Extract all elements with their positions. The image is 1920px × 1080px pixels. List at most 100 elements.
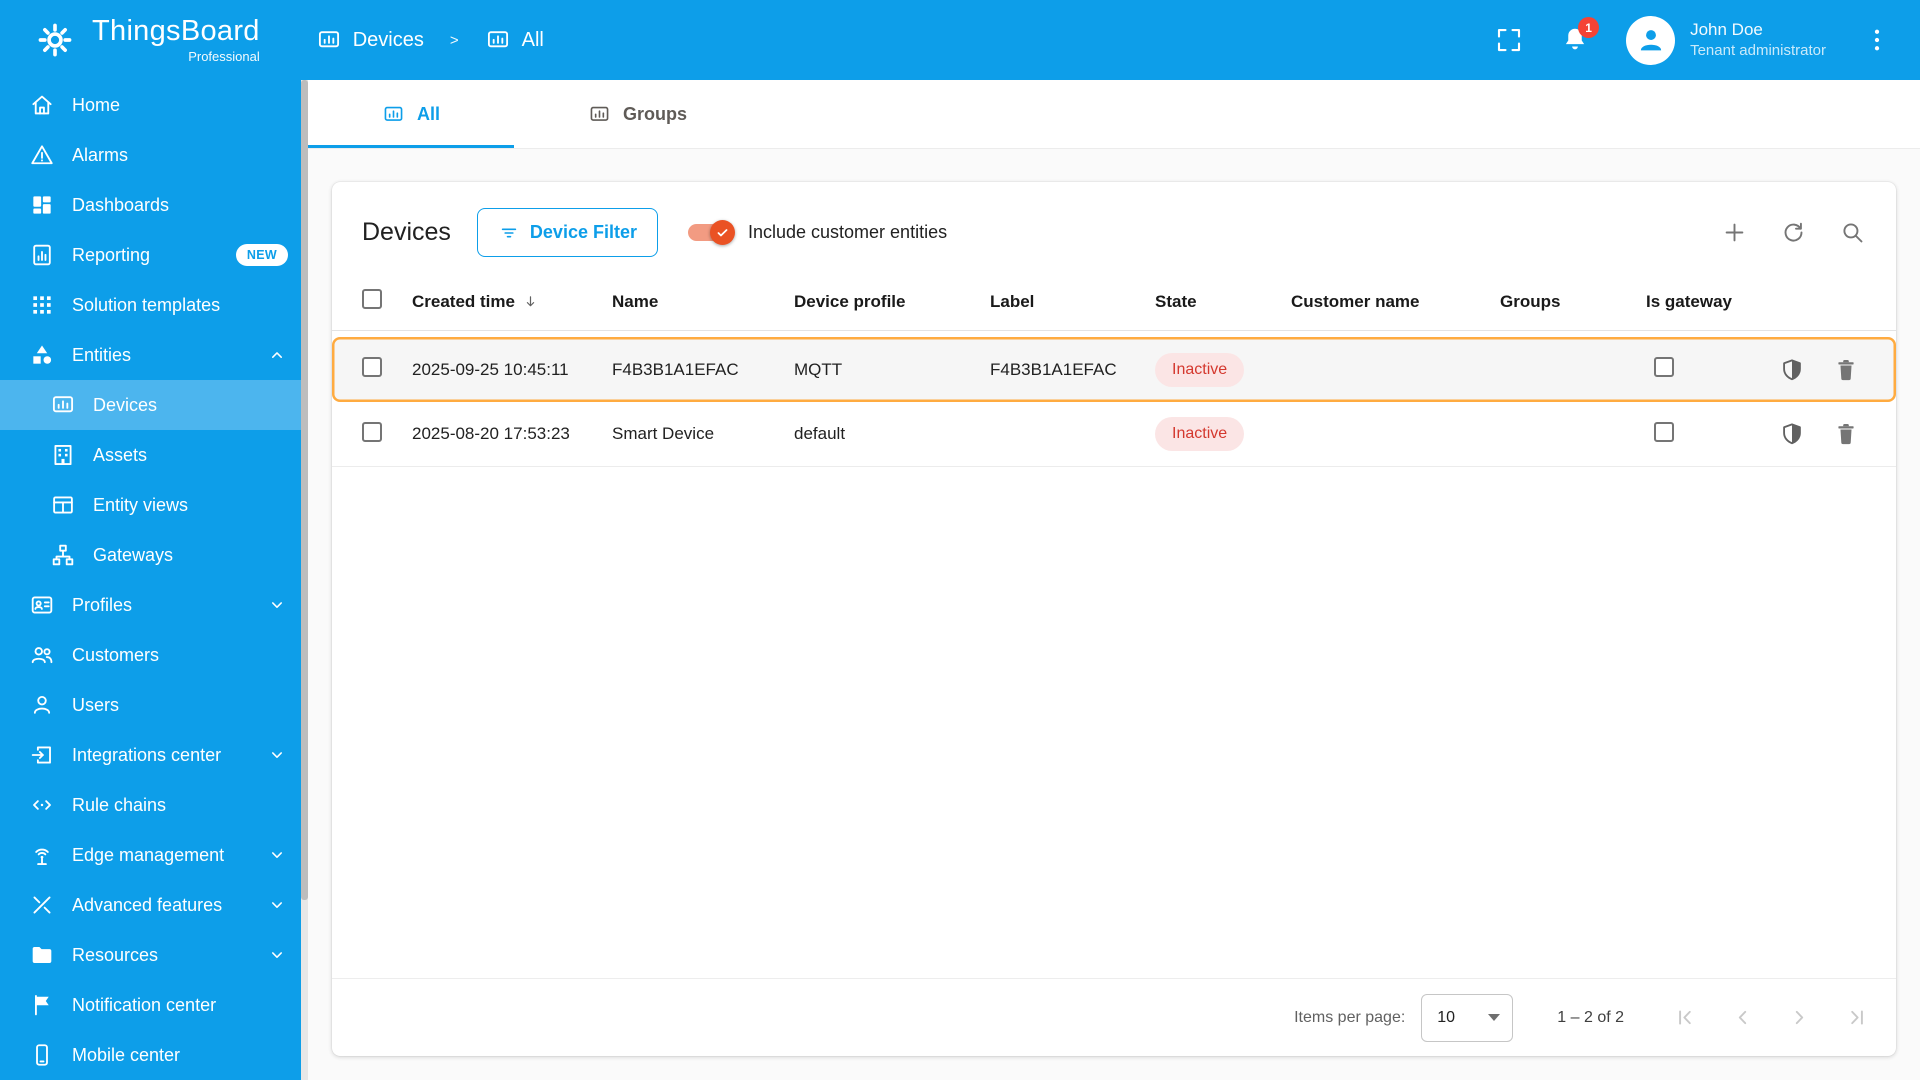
breadcrumb-all-label: All xyxy=(521,28,544,51)
next-page-button[interactable] xyxy=(1786,1004,1813,1031)
sidebar-item-dashboards[interactable]: Dashboards xyxy=(0,180,308,230)
breadcrumb: Devices > All xyxy=(316,27,544,53)
rule-chains-icon xyxy=(29,792,55,818)
add-device-button[interactable] xyxy=(1721,219,1748,246)
avatar[interactable] xyxy=(1626,15,1676,65)
column-state[interactable]: State xyxy=(1155,292,1291,312)
sidebar-item-resources[interactable]: Resources xyxy=(0,930,308,980)
sidebar-item-notification-center[interactable]: Notification center xyxy=(0,980,308,1030)
sidebar-item-label: Home xyxy=(72,94,121,115)
table-row[interactable]: 2025-09-25 10:45:11 F4B3B1A1EFAC MQTT F4… xyxy=(332,337,1896,402)
sidebar-item-assets[interactable]: Assets xyxy=(0,430,308,480)
new-badge: NEW xyxy=(235,244,288,266)
delete-button[interactable] xyxy=(1833,421,1859,447)
column-created-time[interactable]: Created time xyxy=(412,292,612,312)
sidebar-item-entities[interactable]: Entities xyxy=(0,330,308,380)
column-name[interactable]: Name xyxy=(612,292,794,312)
integrations-icon xyxy=(29,742,55,768)
column-customer-name[interactable]: Customer name xyxy=(1291,292,1500,312)
table-toolbar xyxy=(1721,219,1866,246)
last-page-button[interactable] xyxy=(1843,1004,1870,1031)
column-device-profile[interactable]: Device profile xyxy=(794,292,990,312)
sidebar-item-label: Dashboards xyxy=(72,194,170,215)
sidebar-item-integrations-center[interactable]: Integrations center xyxy=(0,730,308,780)
sidebar-item-reporting[interactable]: Reporting NEW xyxy=(0,230,308,280)
sidebar-item-advanced-features[interactable]: Advanced features xyxy=(0,880,308,930)
sidebar-scrollbar[interactable] xyxy=(301,80,308,1080)
sidebar-item-users[interactable]: Users xyxy=(0,680,308,730)
sidebar-item-alarms[interactable]: Alarms xyxy=(0,130,308,180)
sidebar-item-label: Notification center xyxy=(72,994,217,1015)
pagination-range: 1 – 2 of 2 xyxy=(1557,1008,1624,1026)
breadcrumb-devices-label: Devices xyxy=(352,28,424,51)
breadcrumb-all[interactable]: All xyxy=(485,27,544,53)
profiles-icon xyxy=(29,592,55,618)
devices-icon xyxy=(382,103,405,126)
breadcrumb-separator: > xyxy=(449,31,459,49)
sidebar-scrollbar-thumb[interactable] xyxy=(301,80,308,900)
notification-badge: 1 xyxy=(1578,17,1600,38)
items-per-page-label: Items per page: xyxy=(1294,1008,1406,1026)
home-icon xyxy=(29,92,55,118)
table-row[interactable]: 2025-08-20 17:53:23 Smart Device default… xyxy=(332,402,1896,467)
sidebar-item-gateways[interactable]: Gateways xyxy=(0,530,308,580)
devices-icon xyxy=(316,27,342,53)
column-label[interactable]: Label xyxy=(990,292,1155,312)
security-shield-button[interactable] xyxy=(1779,421,1805,447)
column-is-gateway[interactable]: Is gateway xyxy=(1646,292,1761,312)
sidebar-item-profiles[interactable]: Profiles xyxy=(0,580,308,630)
tools-icon xyxy=(29,892,55,918)
is-gateway-checkbox[interactable] xyxy=(1654,357,1674,377)
device-filter-button[interactable]: Device Filter xyxy=(476,208,658,257)
more-vert-button[interactable] xyxy=(1862,25,1892,55)
check-icon xyxy=(715,225,730,240)
sidebar-item-label: Advanced features xyxy=(72,894,223,915)
tab-groups[interactable]: Groups xyxy=(514,80,761,148)
tab-all[interactable]: All xyxy=(308,80,515,148)
previous-page-button[interactable] xyxy=(1729,1004,1756,1031)
select-all-checkbox[interactable] xyxy=(362,289,382,309)
breadcrumb-devices[interactable]: Devices xyxy=(316,27,424,53)
sidebar: Home Alarms Dashboards Reporting NEW Sol… xyxy=(0,80,308,1080)
folder-icon xyxy=(29,942,55,968)
refresh-button[interactable] xyxy=(1780,219,1807,246)
apps-grid-icon xyxy=(29,292,55,318)
sidebar-item-label: Assets xyxy=(93,444,148,465)
row-checkbox[interactable] xyxy=(362,357,382,377)
items-per-page-value: 10 xyxy=(1437,1008,1456,1026)
delete-button[interactable] xyxy=(1833,357,1859,383)
sidebar-item-home[interactable]: Home xyxy=(0,80,308,130)
items-per-page-select[interactable]: 10 xyxy=(1421,993,1514,1042)
column-groups[interactable]: Groups xyxy=(1500,292,1646,312)
sidebar-item-edge-management[interactable]: Edge management xyxy=(0,830,308,880)
phone-icon xyxy=(29,1042,55,1068)
sidebar-item-entity-views[interactable]: Entity views xyxy=(0,480,308,530)
sidebar-item-label: Edge management xyxy=(72,844,225,865)
sidebar-item-customers[interactable]: Customers xyxy=(0,630,308,680)
user-name: John Doe xyxy=(1690,20,1763,40)
cell-name: F4B3B1A1EFAC xyxy=(612,359,739,379)
sidebar-item-rule-chains[interactable]: Rule chains xyxy=(0,780,308,830)
sidebar-item-mobile-center[interactable]: Mobile center xyxy=(0,1030,308,1080)
include-customer-entities-toggle[interactable]: Include customer entities xyxy=(687,220,947,245)
sidebar-item-label: Devices xyxy=(93,394,158,415)
toggle-track[interactable] xyxy=(687,220,735,245)
security-shield-button[interactable] xyxy=(1779,357,1805,383)
cell-created-time: 2025-09-25 10:45:11 xyxy=(412,359,569,379)
sidebar-item-label: Rule chains xyxy=(72,794,167,815)
notifications-button[interactable]: 1 xyxy=(1560,17,1600,55)
user-info: John Doe Tenant administrator xyxy=(1690,19,1826,61)
fullscreen-button[interactable] xyxy=(1494,25,1524,55)
app-logo[interactable]: ThingsBoard Professional xyxy=(32,16,260,64)
sidebar-item-label: Customers xyxy=(72,644,160,665)
search-button[interactable] xyxy=(1839,219,1866,246)
sidebar-item-solution-templates[interactable]: Solution templates xyxy=(0,280,308,330)
status-badge: Inactive xyxy=(1155,417,1245,451)
sidebar-item-devices[interactable]: Devices xyxy=(0,380,308,430)
row-checkbox[interactable] xyxy=(362,421,382,442)
devices-icon xyxy=(50,392,76,418)
chevron-down-icon xyxy=(266,594,288,616)
sidebar-item-label: Users xyxy=(72,694,120,715)
first-page-button[interactable] xyxy=(1672,1004,1699,1031)
is-gateway-checkbox[interactable] xyxy=(1654,421,1674,442)
